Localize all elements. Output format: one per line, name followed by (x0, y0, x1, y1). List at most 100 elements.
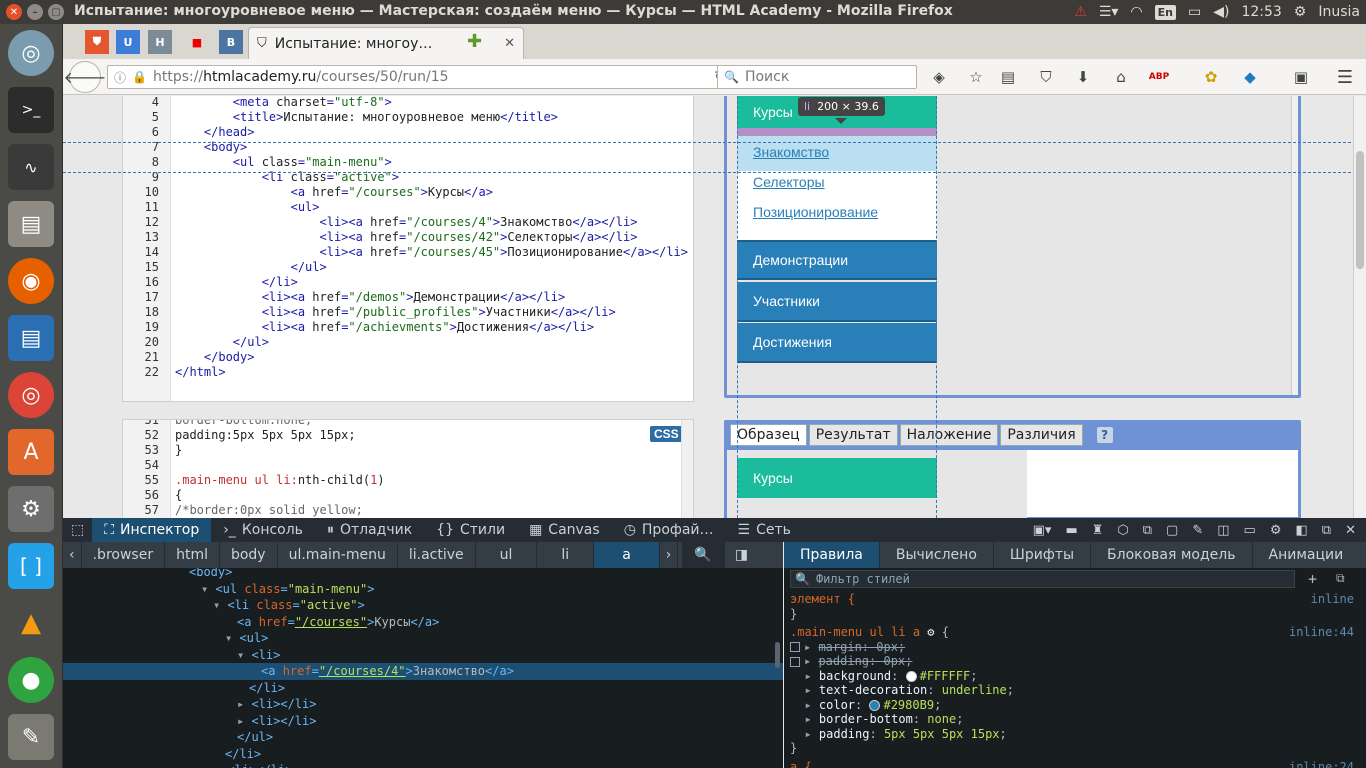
scrollbar[interactable] (1291, 96, 1298, 395)
tab-box-model[interactable]: Блоковая модель (1091, 542, 1253, 568)
volume-icon[interactable]: ◀) (1213, 4, 1229, 20)
extension-icon[interactable]: ◈ (929, 67, 949, 87)
markup-node[interactable]: ▸ <li></li> (63, 762, 783, 768)
breadcrumb-item[interactable]: .browser (82, 542, 166, 568)
menu-item[interactable]: Участники (737, 282, 937, 322)
submenu-link[interactable]: Селекторы (753, 174, 825, 190)
dock-side-icon[interactable]: ◧ (1296, 523, 1308, 538)
property-checkbox[interactable] (790, 642, 800, 652)
pinned-tab-icon[interactable]: ⛊ (85, 30, 109, 54)
scrollbar-thumb[interactable] (775, 642, 780, 668)
eyedropper-icon[interactable]: ✎ (1192, 523, 1203, 538)
gear-icon[interactable]: ⚙ (1294, 4, 1307, 20)
undock-icon[interactable]: ⧉ (1322, 523, 1331, 538)
brackets-icon[interactable]: [ ] (8, 543, 54, 589)
breadcrumb-item-selected[interactable]: a (594, 542, 660, 568)
tab-fonts[interactable]: Шрифты (994, 542, 1092, 568)
writer-icon[interactable]: ▤ (8, 315, 54, 361)
expand-arrow-icon[interactable]: ▸ (804, 640, 818, 654)
tab-network[interactable]: ☰ Сеть (726, 518, 803, 542)
home-icon[interactable]: ⌂ (1111, 67, 1131, 87)
info-icon[interactable]: ⓘ (114, 69, 126, 86)
url-bar[interactable]: ⓘ 🔒 https://htmlacademy.ru/courses/50/ru… (107, 65, 733, 89)
markup-node[interactable]: ▾ <li> (63, 647, 783, 664)
tab-inspector[interactable]: ⛶ Инспектор (92, 518, 212, 542)
breadcrumb-item[interactable]: ul (476, 542, 538, 568)
rule-source-link[interactable]: inline (1311, 592, 1354, 607)
expand-arrow-icon[interactable]: ▸ (804, 654, 818, 668)
property-checkbox[interactable] (790, 656, 800, 667)
markup-node[interactable]: ▸ <li></li> (63, 696, 783, 713)
markup-node[interactable]: ▾ <ul> (63, 630, 783, 647)
page-scrollbar[interactable] (1353, 96, 1366, 518)
hamburger-menu-icon[interactable]: ☰ (1335, 67, 1355, 88)
markup-node[interactable]: </ul> (63, 729, 783, 746)
rule-source-link[interactable]: inline:24 (1289, 760, 1354, 768)
tab-rules[interactable]: Правила (784, 542, 880, 568)
gimp-icon[interactable]: ✎ (8, 714, 54, 760)
color-swatch[interactable] (905, 670, 917, 682)
expand-arrow-icon[interactable]: ▸ (804, 712, 818, 726)
markup-node[interactable]: <a href="/courses/4">Знакомство</a> (63, 663, 783, 680)
breadcrumb-item[interactable]: ul.main-menu (278, 542, 398, 568)
warning-icon[interactable]: ⚠ (1074, 4, 1087, 20)
minimize-window-button[interactable]: – (27, 4, 43, 20)
breadcrumb-item[interactable]: body (220, 542, 278, 568)
css-code-editor[interactable]: 51 border-bottom:none; 52 padding:5px 5px 5… (122, 419, 694, 518)
extension-icon[interactable]: ◆ (1240, 67, 1260, 87)
paint-flash-icon[interactable]: ♜ (1092, 523, 1104, 538)
terminal-icon[interactable]: >_ (8, 87, 54, 133)
pinned-tab-icon[interactable]: ■ (185, 30, 209, 54)
expand-arrow-icon[interactable]: ▾ (237, 648, 251, 662)
tab-computed[interactable]: Вычислено (880, 542, 994, 568)
firefox-icon[interactable]: ◉ (8, 258, 54, 304)
scrollbar-thumb[interactable] (1356, 151, 1364, 269)
puzzle-icon[interactable]: ✿ (1201, 67, 1221, 87)
expand-arrow-icon[interactable]: ▸ (237, 697, 251, 711)
menu-item[interactable]: Демонстрации (737, 240, 937, 280)
pinned-tab-icon[interactable]: B (219, 30, 243, 54)
expand-arrow-icon[interactable]: ▸ (804, 669, 818, 683)
breadcrumb-item[interactable]: html (165, 542, 220, 568)
markup-node[interactable]: ▾ <li class="active"> (63, 597, 783, 614)
tab-debugger[interactable]: ⏸ Отладчик (315, 518, 424, 542)
software-center-icon[interactable]: A (8, 429, 54, 475)
keyboard-layout-indicator[interactable]: En (1154, 4, 1176, 20)
new-tab-button[interactable]: ✚ (467, 31, 482, 52)
expand-arrow-icon[interactable]: ▸ (804, 683, 818, 697)
adblock-icon[interactable]: ABP (1149, 67, 1169, 87)
expand-arrow-icon[interactable]: ▸ (213, 763, 227, 768)
markup-node[interactable]: <a href="/courses">Курсы</a> (63, 614, 783, 631)
pinned-tab-icon[interactable]: H (148, 30, 172, 54)
clock[interactable]: 12:53 (1241, 4, 1281, 20)
split-console-icon[interactable]: ▬ (1065, 523, 1077, 538)
battery-icon[interactable]: ▭ (1188, 4, 1201, 20)
grid-icon[interactable]: ◫ (1217, 523, 1229, 538)
tab-diff[interactable]: Различия (1000, 424, 1083, 446)
menu-lines-icon[interactable]: ☰▾ (1099, 4, 1119, 20)
sidebar-toggle-icon[interactable]: ◨ (725, 542, 758, 568)
markup-node[interactable]: </li> (63, 680, 783, 697)
expand-arrow-icon[interactable]: ▾ (213, 598, 227, 612)
pseudo-class-icon[interactable]: ⧉ (1336, 571, 1345, 586)
tab-sample[interactable]: Образец (730, 424, 807, 446)
submenu-link[interactable]: Знакомство (753, 144, 829, 160)
screenshot-icon[interactable]: ▣ (1291, 67, 1311, 87)
help-button[interactable]: ? (1096, 427, 1113, 443)
expand-arrow-icon[interactable]: ▾ (201, 582, 215, 596)
chevron-left-icon[interactable]: ‹ (63, 542, 82, 568)
green-app-icon[interactable]: ● (8, 657, 54, 703)
filter-styles-input[interactable]: 🔍 Фильтр стилей (790, 570, 1295, 588)
tab-console[interactable]: ›_ Консоль (211, 518, 315, 542)
bookmark-star-icon[interactable]: ☆ (966, 67, 986, 87)
user-name[interactable]: Inusia (1318, 4, 1360, 20)
tab-styles[interactable]: {} Стили (424, 518, 517, 542)
expand-arrow-icon[interactable]: ▸ (804, 727, 818, 741)
markup-view[interactable]: <body> ▾ <ul class="main-menu"> ▾ <li clas… (63, 568, 783, 768)
tab-canvas[interactable]: ▦ Canvas (517, 518, 612, 542)
add-rule-button[interactable]: + (1308, 570, 1317, 588)
color-swatch[interactable] (869, 699, 881, 711)
breadcrumb-item[interactable]: li.active (398, 542, 476, 568)
search-bar[interactable]: 🔍 Поиск (717, 65, 917, 89)
markup-node[interactable]: <body> (63, 568, 783, 581)
